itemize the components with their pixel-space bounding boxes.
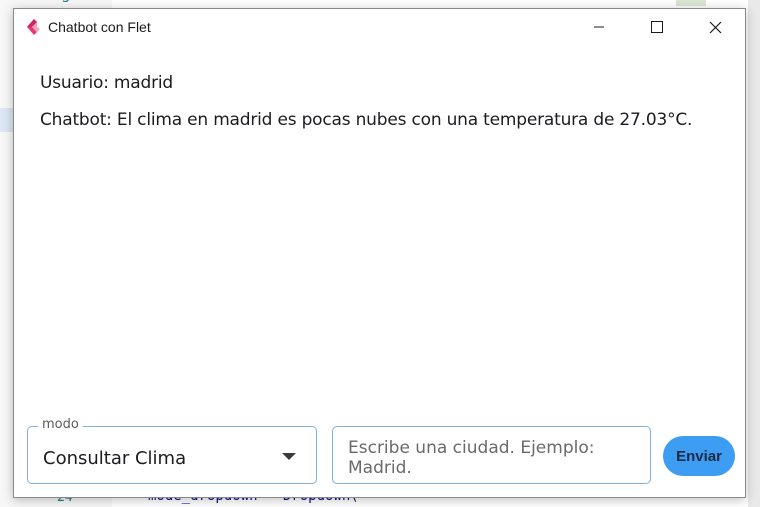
editor-selection-marker — [0, 108, 14, 132]
window-title: Chatbot con Flet — [48, 19, 151, 35]
maximize-button[interactable] — [628, 9, 686, 45]
minimize-icon — [594, 26, 604, 28]
close-icon — [709, 21, 721, 33]
app-window: Chatbot con Flet Usuario: madrid Chatbot… — [13, 8, 746, 498]
city-input-placeholder: Escribe una ciudad. Ejemplo: Madrid. — [348, 438, 595, 478]
flet-logo-icon — [25, 18, 41, 36]
mode-dropdown[interactable]: modo Consultar Clima — [27, 417, 317, 484]
title-bar[interactable]: Chatbot con Flet — [14, 9, 745, 45]
maximize-icon — [651, 21, 663, 33]
chat-messages: Usuario: madrid Chatbot: El clima en mad… — [40, 73, 725, 147]
mode-dropdown-label: modo — [38, 417, 83, 432]
editor-minimap — [676, 0, 706, 6]
close-button[interactable] — [686, 9, 744, 45]
editor-scrollbar[interactable] — [748, 0, 760, 507]
editor-line-number: 3 — [62, 0, 70, 6]
minimize-button[interactable] — [570, 9, 628, 45]
bot-message: Chatbot: El clima en madrid es pocas nub… — [40, 110, 693, 130]
city-input[interactable]: Escribe una ciudad. Ejemplo: Madrid. — [332, 426, 651, 484]
mode-dropdown-value: Consultar Clima — [43, 448, 187, 469]
send-button[interactable]: Enviar — [663, 436, 735, 476]
caret-down-icon — [282, 453, 296, 460]
user-message: Usuario: madrid — [40, 73, 174, 93]
